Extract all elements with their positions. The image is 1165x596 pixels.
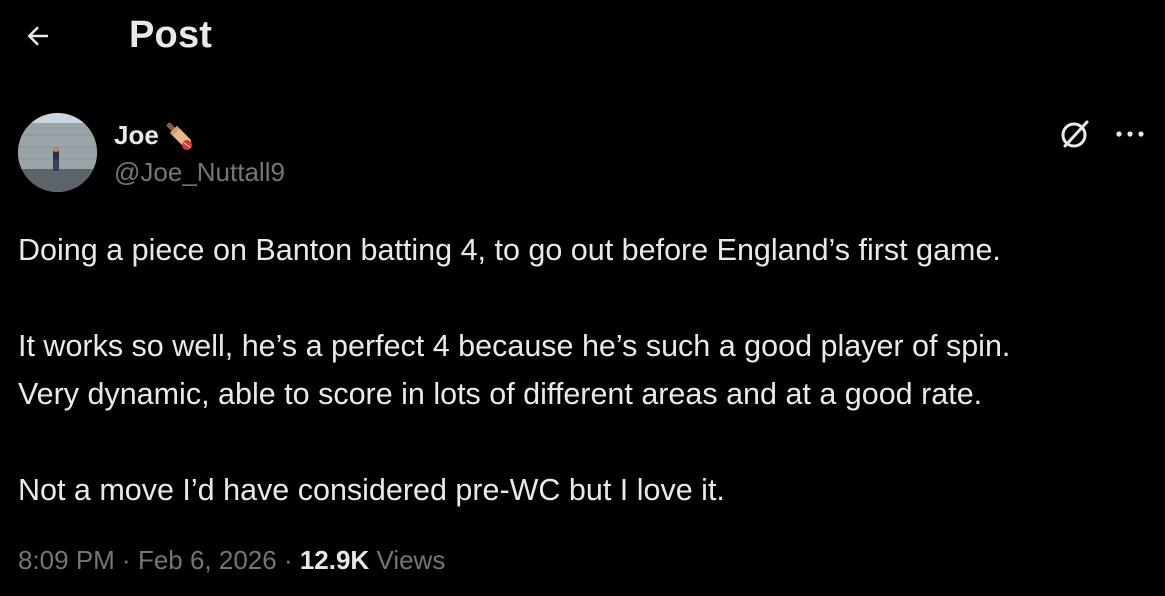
header: Post <box>0 0 1165 76</box>
grok-button[interactable] <box>1055 114 1095 154</box>
views-label: Views <box>369 545 446 575</box>
post-author: Joe @Joe_Nuttall9 <box>18 113 918 193</box>
display-name-row: Joe <box>114 115 197 155</box>
handle[interactable]: @Joe_Nuttall9 <box>114 157 285 188</box>
post-date[interactable]: Feb 6, 2026 <box>138 545 277 575</box>
arrow-left-icon <box>27 26 48 46</box>
display-name[interactable]: Joe <box>114 120 159 151</box>
more-button[interactable] <box>1110 114 1150 154</box>
more-icon <box>1116 131 1144 137</box>
post-text-line: Not a move I’d have considered pre-WC bu… <box>18 473 725 507</box>
back-button[interactable] <box>18 16 58 56</box>
cricket-bat-icon <box>161 117 197 153</box>
grok-icon <box>1061 120 1089 148</box>
post-text-line: Doing a piece on Banton batting 4, to go… <box>18 233 1001 267</box>
meta-separator: · <box>276 545 300 575</box>
views-count: 12.9K <box>299 545 370 575</box>
post-meta: 8:09 PM · Feb 6, 2026 · 12.9K Views <box>18 545 445 576</box>
post-text-line: It works so well, he’s a perfect 4 becau… <box>18 329 1011 363</box>
page-title: Post <box>129 14 213 56</box>
avatar-image <box>18 113 97 192</box>
post-text-line: Very dynamic, able to score in lots of d… <box>18 377 983 411</box>
meta-separator: · <box>114 545 138 575</box>
post-time[interactable]: 8:09 PM <box>18 545 115 575</box>
avatar[interactable] <box>18 113 97 192</box>
post-text: Doing a piece on Banton batting 4, to go… <box>18 226 1158 514</box>
